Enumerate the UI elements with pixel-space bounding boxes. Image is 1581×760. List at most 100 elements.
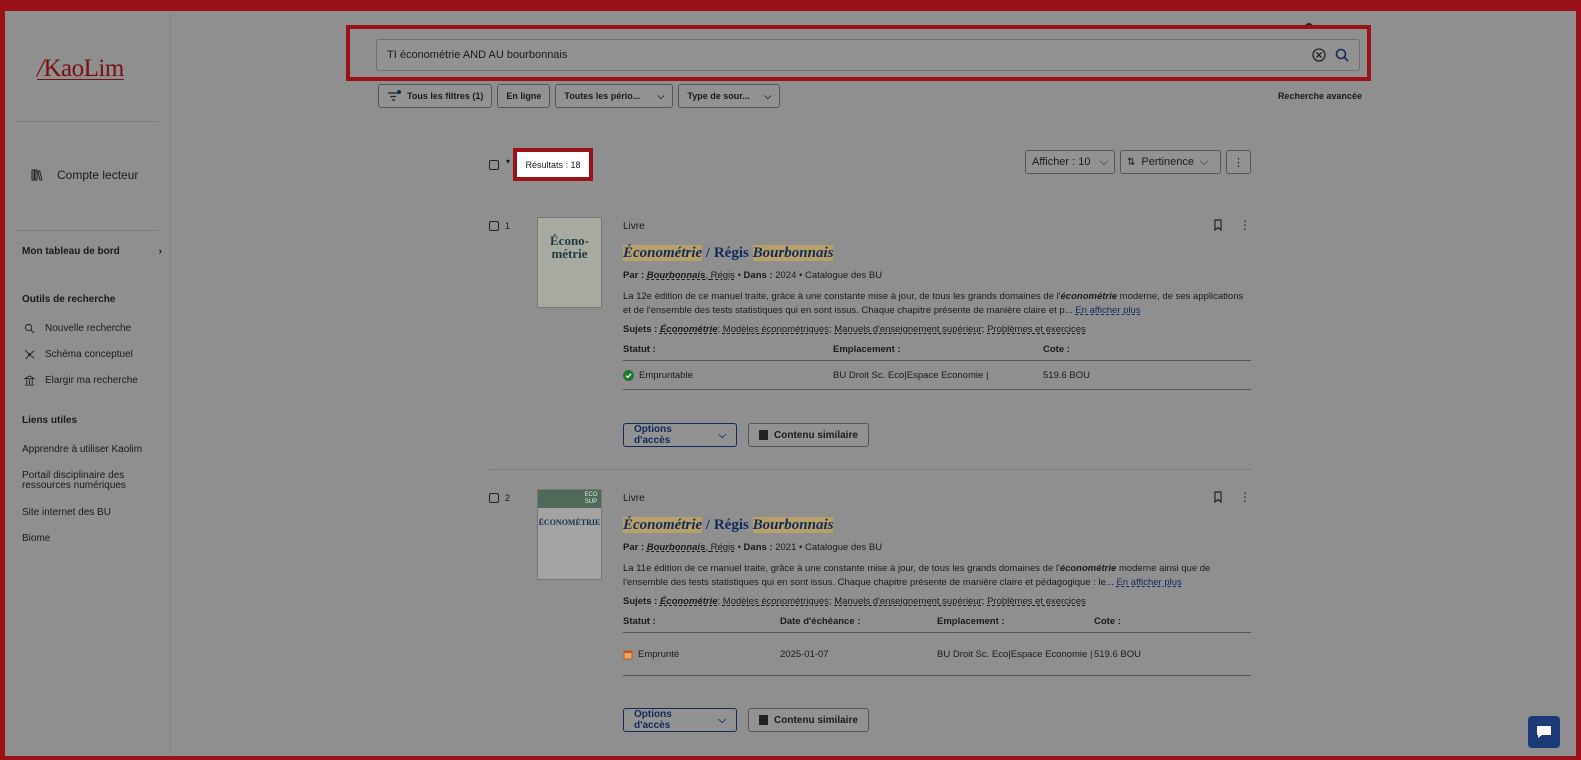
online-filter-button[interactable]: En ligne bbox=[497, 84, 551, 108]
clear-icon[interactable] bbox=[1312, 48, 1326, 62]
subject-link[interactable]: Manuels d'enseignement supérieur bbox=[834, 324, 982, 335]
result-number: 1 bbox=[489, 221, 510, 231]
subject-link[interactable]: Problèmes et exercices bbox=[987, 324, 1086, 335]
availability-header: Statut : Emplacement : Cote : bbox=[623, 344, 1251, 361]
bookmark-icon[interactable] bbox=[1212, 219, 1224, 231]
status-value: Empruntable bbox=[639, 369, 693, 381]
search-icon bbox=[24, 323, 35, 334]
sidebar-item-dashboard[interactable]: Mon tableau de bord › bbox=[22, 246, 162, 257]
advanced-search-link[interactable]: Recherche avancée bbox=[1278, 91, 1362, 101]
chevron-right-icon: › bbox=[158, 246, 162, 257]
check-circle-icon bbox=[623, 369, 634, 381]
subjects: Sujets : Économétrie; Modèles économétri… bbox=[623, 324, 1086, 335]
all-filters-button[interactable]: Tous les filtres (1) bbox=[378, 84, 493, 108]
source-type-dropdown[interactable]: Type de sour... ⌵ bbox=[678, 84, 781, 108]
cover-title: Écono-métrie bbox=[550, 233, 589, 261]
kebab-icon[interactable]: ⋮ bbox=[1239, 219, 1251, 231]
tools-heading: Outils de recherche bbox=[22, 294, 116, 305]
chevron-down-icon: ⌵ bbox=[657, 90, 665, 101]
access-options-button[interactable]: Options d'accès ⌵ bbox=[623, 423, 737, 447]
sidebar-item-concept-map[interactable]: Schéma conceptuel bbox=[24, 349, 133, 360]
by-label: Par : bbox=[623, 542, 645, 553]
show-more-link[interactable]: En afficher plus bbox=[1075, 305, 1140, 316]
chat-button[interactable] bbox=[1528, 716, 1560, 748]
subjects-label: Sujets : bbox=[623, 596, 658, 607]
kaolim-logo[interactable]: /KaoLim bbox=[37, 55, 124, 83]
link-bu-website[interactable]: Site internet des BU bbox=[22, 508, 152, 518]
select-all-checkbox[interactable] bbox=[489, 160, 499, 170]
new-search-label: Nouvelle recherche bbox=[45, 323, 132, 334]
due-date-value: 2025-01-07 bbox=[780, 648, 829, 660]
more-options-button[interactable]: ⋮ bbox=[1226, 150, 1251, 174]
author-first: Régis bbox=[710, 542, 735, 553]
result-title[interactable]: Économétrie / Régis Bourbonnais bbox=[623, 245, 1251, 262]
subject-link[interactable]: Manuels d'enseignement supérieur bbox=[834, 596, 982, 607]
display-count-dropdown[interactable]: Afficher : 10 ⌵ bbox=[1025, 150, 1115, 174]
col-location: Emplacement : bbox=[833, 344, 901, 355]
link-digital-portal[interactable]: Portail disciplinaire des ressources num… bbox=[22, 471, 152, 491]
sidebar-item-broaden[interactable]: Elargir ma recherche bbox=[24, 375, 138, 386]
chat-icon bbox=[1537, 726, 1551, 738]
bookmark-icon[interactable] bbox=[1212, 491, 1224, 503]
author-link[interactable]: Bourbonnais, Régis bbox=[647, 270, 735, 281]
author-link[interactable]: Bourbonnais, Régis bbox=[647, 542, 735, 553]
calendar-icon bbox=[623, 650, 633, 659]
sidebar-item-account[interactable]: Compte lecteur bbox=[31, 168, 138, 182]
availability-header: Statut : Date d'échéance : Emplacement :… bbox=[623, 616, 1251, 633]
year: 2021 bbox=[775, 542, 797, 553]
link-learn-kaolim[interactable]: Apprendre à utiliser Kaolim bbox=[22, 445, 152, 455]
search-icon[interactable] bbox=[1335, 48, 1349, 62]
catalog: Catalogue des BU bbox=[804, 542, 883, 553]
caret-down-icon[interactable]: ▾ bbox=[506, 157, 510, 166]
similar-content-button[interactable]: Contenu similaire bbox=[748, 423, 869, 447]
status-cell: Emprunté bbox=[623, 649, 780, 660]
chevron-down-icon: ⌵ bbox=[764, 90, 772, 101]
sidebar-divider bbox=[15, 230, 158, 231]
subject-link[interactable]: Modèles économétriques bbox=[723, 324, 829, 335]
availability-row: Emprunté 2025-01-07 BU Droit Sc. Eco|Esp… bbox=[623, 633, 1251, 675]
broaden-label: Elargir ma recherche bbox=[45, 375, 138, 386]
result-checkbox[interactable] bbox=[489, 221, 499, 231]
similar-content-button[interactable]: Contenu similaire bbox=[748, 708, 869, 732]
periods-dropdown[interactable]: Toutes les pério... ⌵ bbox=[555, 84, 674, 108]
filter-icon bbox=[388, 90, 401, 101]
subject-link[interactable]: Modèles économétriques bbox=[723, 596, 829, 607]
link-biome[interactable]: Biome bbox=[22, 534, 152, 544]
status-cell: Empruntable bbox=[623, 369, 833, 381]
periods-label: Toutes les pério... bbox=[564, 91, 641, 101]
author-first: Régis bbox=[710, 270, 735, 281]
title-separator: / Régis bbox=[702, 517, 753, 533]
result-title[interactable]: Économétrie / Régis Bourbonnais bbox=[623, 517, 1251, 534]
result-index: 1 bbox=[505, 221, 511, 231]
in-label: Dans : bbox=[743, 542, 773, 553]
chevron-down-icon: ⌵ bbox=[1099, 155, 1108, 168]
similar-label: Contenu similaire bbox=[774, 714, 858, 726]
in-label: Dans : bbox=[743, 270, 773, 281]
access-options-button[interactable]: Options d'accès ⌵ bbox=[623, 708, 737, 732]
subject-link[interactable]: Problèmes et exercices bbox=[987, 596, 1086, 607]
source-type-label: Type de sour... bbox=[687, 91, 750, 101]
show-more-link[interactable]: En afficher plus bbox=[1116, 577, 1181, 588]
book-cover[interactable]: Écono-métrie bbox=[537, 217, 602, 308]
subject-link[interactable]: Économétrie bbox=[660, 324, 718, 335]
search-input[interactable]: TI économétrie AND AU bourbonnais bbox=[376, 39, 1360, 71]
search-area: TI économétrie AND AU bourbonnais bbox=[346, 25, 1371, 81]
chevron-down-icon: ⌵ bbox=[1199, 155, 1209, 168]
cover-badge: ECO SUP bbox=[584, 492, 598, 505]
cover-band: ECO SUP bbox=[538, 490, 601, 508]
col-callnumber: Cote : bbox=[1043, 344, 1070, 355]
books-icon bbox=[31, 169, 43, 181]
sort-dropdown[interactable]: ⇅ Pertinence ⌵ bbox=[1120, 150, 1221, 174]
book-cover[interactable]: ECO SUP ÉCONOMÉTRIE bbox=[537, 489, 602, 580]
result-info: Livre Économétrie / Régis Bourbonnais Pa… bbox=[623, 493, 1251, 676]
all-filters-label: Tous les filtres (1) bbox=[407, 91, 484, 101]
result-number: 2 bbox=[489, 493, 510, 503]
result-description: La 12e édition de ce manuel traite, grâc… bbox=[623, 290, 1251, 318]
author-last: Bourbonnais bbox=[646, 270, 706, 281]
result-checkbox[interactable] bbox=[489, 493, 499, 503]
sidebar-item-new-search[interactable]: Nouvelle recherche bbox=[24, 323, 131, 334]
col-location: Emplacement : bbox=[937, 616, 1005, 627]
subject-link[interactable]: Économétrie bbox=[660, 596, 718, 607]
dashboard-label: Mon tableau de bord bbox=[22, 246, 120, 257]
kebab-icon[interactable]: ⋮ bbox=[1239, 491, 1251, 503]
